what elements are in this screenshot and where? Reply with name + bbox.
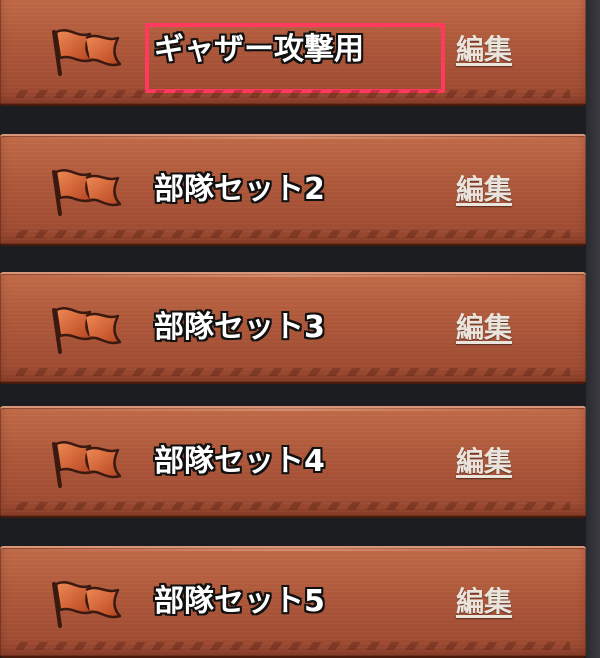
troop-set-list: ギャザー攻撃用 編集 部隊セット2 編集 部隊セット3 編集 部隊セット4 編集 [0, 0, 600, 658]
troop-set-name: 部隊セット4 [154, 444, 325, 479]
troop-set-row-2[interactable]: 部隊セット2 編集 [0, 134, 586, 246]
edit-button[interactable]: 編集 [456, 584, 512, 620]
edit-button[interactable]: 編集 [456, 444, 512, 480]
flag-icon [52, 441, 122, 488]
edit-button[interactable]: 編集 [456, 172, 512, 208]
troop-set-row-4[interactable]: 部隊セット4 編集 [0, 406, 586, 518]
flag-icon [52, 29, 122, 76]
troop-set-name: ギャザー攻撃用 [154, 32, 364, 67]
flag-icon [52, 581, 122, 628]
flag-icon [52, 169, 122, 216]
edit-button[interactable]: 編集 [456, 32, 512, 68]
list-edge [586, 0, 600, 658]
flag-icon [52, 307, 122, 354]
troop-set-row-1[interactable]: ギャザー攻撃用 編集 [0, 0, 586, 106]
troop-set-name: 部隊セット5 [154, 584, 325, 619]
troop-set-name: 部隊セット3 [154, 310, 325, 345]
troop-set-row-3[interactable]: 部隊セット3 編集 [0, 272, 586, 384]
troop-set-name: 部隊セット2 [154, 172, 325, 207]
edit-button[interactable]: 編集 [456, 310, 512, 346]
troop-set-row-5[interactable]: 部隊セット5 編集 [0, 546, 586, 658]
